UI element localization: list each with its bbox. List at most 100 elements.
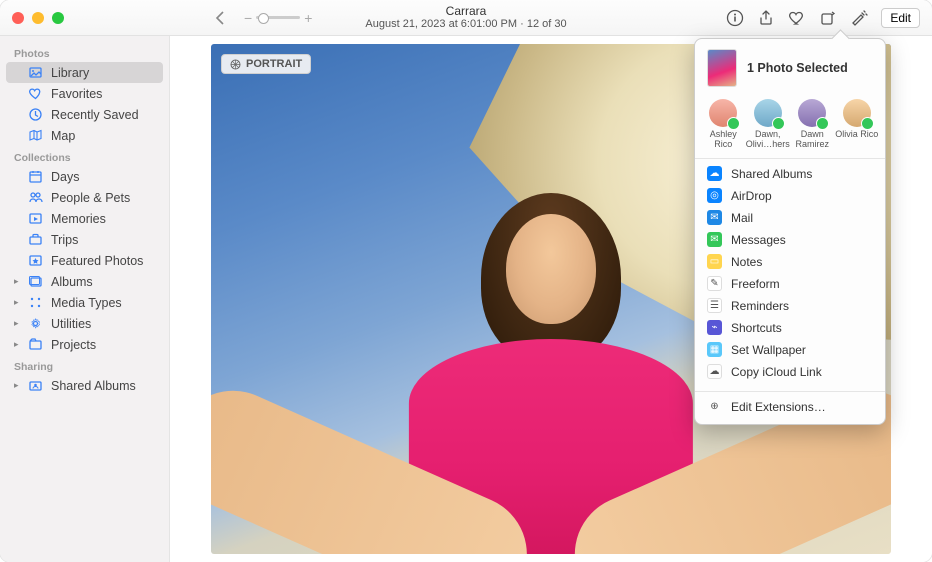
share-action-label: Set Wallpaper (731, 343, 806, 357)
sidebar-item-people-pets[interactable]: People & Pets (6, 187, 163, 208)
photo-title: Carrara (365, 4, 566, 18)
share-action-notes[interactable]: ▭Notes (695, 251, 885, 273)
titlebar: − + Carrara August 21, 2023 at 6:01:00 P… (0, 0, 932, 36)
sidebar-item-media-types[interactable]: ▸ Media Types (6, 292, 163, 313)
auto-enhance-icon[interactable] (850, 9, 867, 26)
fullscreen-button[interactable] (52, 12, 64, 24)
disclosure-triangle-icon[interactable]: ▸ (14, 276, 20, 287)
share-title: 1 Photo Selected (747, 61, 848, 75)
share-contact[interactable]: Dawn Ramirez (790, 99, 834, 150)
window-controls (12, 12, 64, 24)
sidebar-item-label: Favorites (51, 87, 102, 101)
copy-icloud-link-icon: ☁︎ (707, 364, 722, 379)
album-icon (28, 274, 43, 289)
sidebar-item-label: Days (51, 170, 79, 184)
zoom-out-icon: − (244, 10, 252, 26)
sidebar-section-header: Collections (6, 146, 163, 166)
disclosure-triangle-icon[interactable]: ▸ (14, 297, 20, 308)
share-action-label: Shortcuts (731, 321, 782, 335)
share-action-label: Messages (731, 233, 786, 247)
clock-icon (28, 107, 43, 122)
share-header: 1 Photo Selected (695, 49, 885, 95)
contact-name: Ashley Rico (701, 130, 745, 150)
sidebar-item-utilities[interactable]: ▸ Utilities (6, 313, 163, 334)
favorite-icon[interactable] (788, 9, 805, 26)
messages-icon: ✉︎ (707, 232, 722, 247)
mail-icon: ✉︎ (707, 210, 722, 225)
share-action-mail[interactable]: ✉︎ Mail (695, 207, 885, 229)
sidebar-item-label: Utilities (51, 317, 91, 331)
sidebar-item-label: Map (51, 129, 75, 143)
shared-albums-icon: ☁︎ (707, 166, 722, 181)
shortcuts-icon: ⌁ (707, 320, 722, 335)
sidebar-item-map[interactable]: Map (6, 125, 163, 146)
share-thumbnail (707, 49, 737, 87)
aperture-icon (230, 59, 241, 70)
zoom-slider[interactable] (256, 16, 300, 19)
avatar (709, 99, 737, 127)
sidebar-item-library[interactable]: Library (6, 62, 163, 83)
share-action-shortcuts[interactable]: ⌁ Shortcuts (695, 317, 885, 339)
map-icon (28, 128, 43, 143)
portrait-badge-label: PORTRAIT (246, 58, 302, 70)
airdrop-icon: ◎ (707, 188, 722, 203)
share-action-label: Reminders (731, 299, 789, 313)
share-contact[interactable]: Dawn, Olivi…hers (746, 99, 790, 150)
sidebar-item-albums[interactable]: ▸Albums (6, 271, 163, 292)
sidebar-item-featured-photos[interactable]: Featured Photos (6, 250, 163, 271)
edit-button[interactable]: Edit (881, 8, 920, 28)
share-action-label: Mail (731, 211, 753, 225)
edit-extensions-row[interactable]: ⊕ Edit Extensions… (695, 396, 885, 418)
share-action-airdrop[interactable]: ◎AirDrop (695, 185, 885, 207)
minimize-button[interactable] (32, 12, 44, 24)
zoom-control[interactable]: − + (244, 10, 312, 26)
edit-extensions-label: Edit Extensions… (731, 400, 826, 414)
sidebar-item-label: Recently Saved (51, 108, 139, 122)
featured-icon (28, 253, 43, 268)
share-icon[interactable] (757, 9, 774, 26)
portrait-badge: PORTRAIT (221, 54, 311, 74)
share-action-reminders[interactable]: ☰Reminders (695, 295, 885, 317)
sidebar-item-days[interactable]: Days (6, 166, 163, 187)
contact-name: Dawn Ramirez (790, 130, 834, 150)
share-action-copy-icloud-link[interactable]: ☁︎ Copy iCloud Link (695, 361, 885, 383)
sidebar-item-label: People & Pets (51, 191, 130, 205)
share-action-label: Notes (731, 255, 762, 269)
share-action-label: Copy iCloud Link (731, 365, 822, 379)
sidebar-item-label: Library (51, 66, 89, 80)
share-action-shared-albums[interactable]: ☁︎ Shared Albums (695, 163, 885, 185)
share-contact[interactable]: Olivia Rico (835, 99, 879, 150)
disclosure-triangle-icon[interactable]: ▸ (14, 318, 20, 329)
suitcase-icon (28, 232, 43, 247)
sidebar-item-shared-albums[interactable]: ▸ Shared Albums (6, 375, 163, 396)
share-action-freeform[interactable]: ✎Freeform (695, 273, 885, 295)
contact-name: Olivia Rico (835, 130, 878, 140)
disclosure-triangle-icon[interactable]: ▸ (14, 380, 20, 391)
sidebar-item-label: Shared Albums (51, 379, 136, 393)
sidebar-item-memories[interactable]: Memories (6, 208, 163, 229)
share-contact[interactable]: Ashley Rico (701, 99, 745, 150)
share-action-messages[interactable]: ✉︎ Messages (695, 229, 885, 251)
projects-icon (28, 337, 43, 352)
rotate-icon[interactable] (819, 9, 836, 26)
sidebar-item-label: Memories (51, 212, 106, 226)
sidebar-section-header: Photos (6, 42, 163, 62)
share-action-set-wallpaper[interactable]: ▦Set Wallpaper (695, 339, 885, 361)
sidebar-item-projects[interactable]: ▸Projects (6, 334, 163, 355)
info-icon[interactable] (726, 9, 743, 26)
sidebar-item-recently-saved[interactable]: Recently Saved (6, 104, 163, 125)
back-button[interactable] (214, 11, 226, 25)
extensions-icon: ⊕ (707, 399, 722, 414)
titlebar-center: Carrara August 21, 2023 at 6:01:00 PM · … (365, 4, 566, 30)
sidebar: Photos Library Favorites Recently Saved Map C… (0, 36, 170, 562)
sidebar-item-favorites[interactable]: Favorites (6, 83, 163, 104)
close-button[interactable] (12, 12, 24, 24)
sidebar-item-label: Featured Photos (51, 254, 143, 268)
sidebar-item-label: Media Types (51, 296, 122, 310)
disclosure-triangle-icon[interactable]: ▸ (14, 339, 20, 350)
sidebar-item-trips[interactable]: Trips (6, 229, 163, 250)
media-icon (28, 295, 43, 310)
people-icon (28, 190, 43, 205)
zoom-in-icon: + (304, 10, 312, 26)
share-action-label: Shared Albums (731, 167, 812, 181)
